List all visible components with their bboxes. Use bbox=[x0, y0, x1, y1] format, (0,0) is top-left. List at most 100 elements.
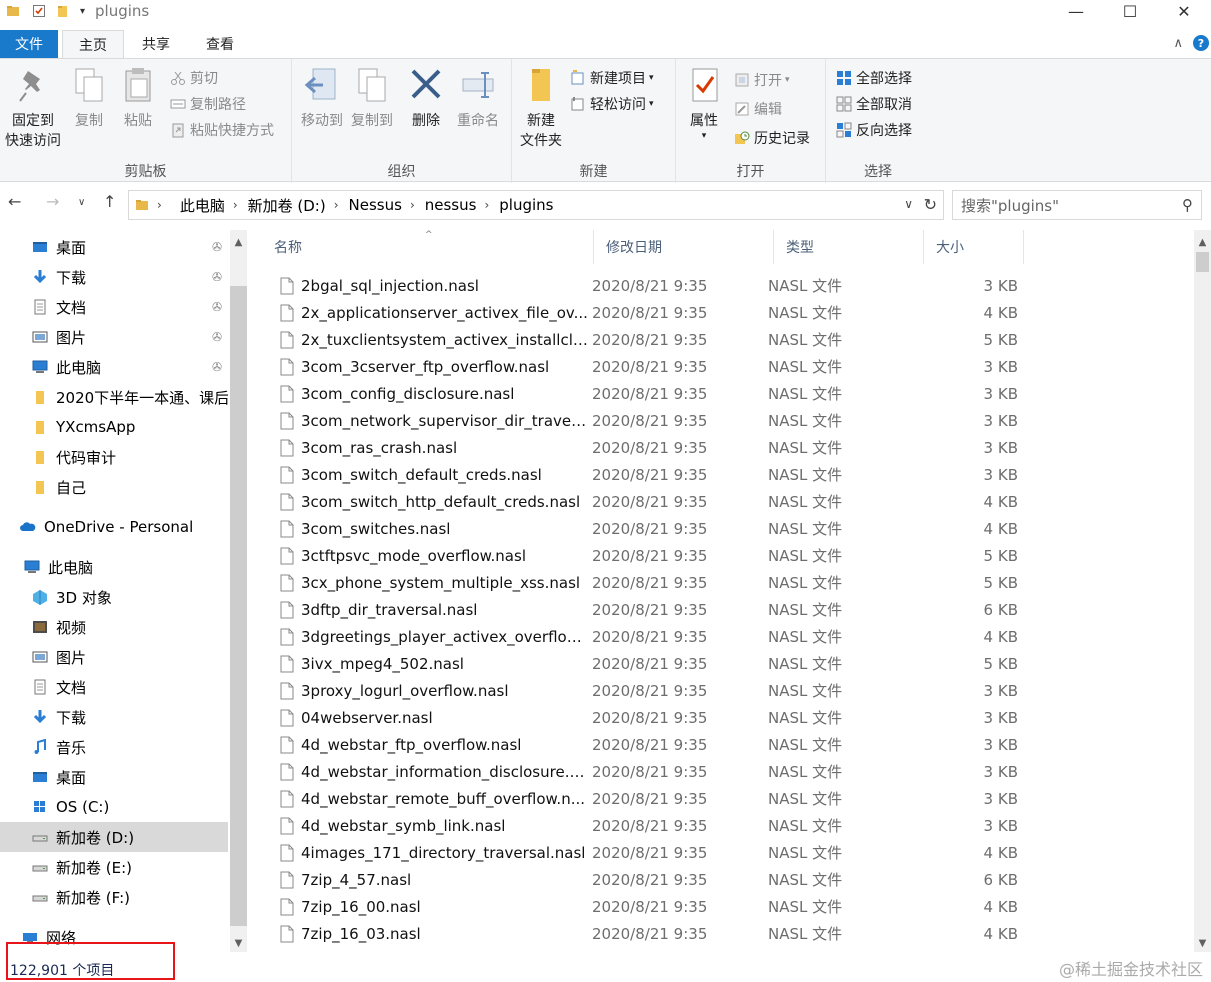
easy-access-button[interactable]: 轻松访问 ▾ bbox=[570, 93, 654, 115]
address-bar[interactable]: › 此电脑 › 新加卷 (D:) › Nessus › nessus › plu… bbox=[128, 190, 944, 220]
crumb-separator-icon[interactable]: › bbox=[233, 198, 248, 212]
file-row[interactable]: 3com_switches.nasl 2020/8/21 9:35 NASL 文件 4… bbox=[262, 515, 1022, 542]
nav-item[interactable]: 图片 bbox=[0, 642, 228, 672]
file-row[interactable]: 3com_config_disclosure.nasl 2020/8/21 9:3… bbox=[262, 380, 1022, 407]
tab-home[interactable]: 主页 bbox=[62, 30, 124, 58]
column-header-size[interactable]: 大小 bbox=[924, 230, 1024, 264]
nav-item[interactable]: 新加卷 (F:) bbox=[0, 882, 228, 912]
nav-item[interactable]: 新加卷 (E:) bbox=[0, 852, 228, 882]
up-arrow-icon[interactable]: ↑ bbox=[103, 192, 116, 211]
nav-item[interactable]: 此电脑 bbox=[0, 552, 228, 582]
crumb-separator-icon[interactable]: › bbox=[157, 198, 172, 212]
cut-button[interactable]: 剪切 bbox=[170, 67, 218, 89]
pin-quick-access-button[interactable]: 固定到 快速访问 bbox=[2, 65, 64, 151]
help-icon[interactable]: ? bbox=[1193, 35, 1209, 51]
file-row[interactable]: 3com_ras_crash.nasl 2020/8/21 9:35 NASL 文件… bbox=[262, 434, 1022, 461]
nav-item[interactable]: 文档 ✇ bbox=[0, 292, 228, 322]
paste-shortcut-button[interactable]: 粘贴快捷方式 bbox=[170, 119, 274, 141]
file-row[interactable]: 2x_applicationserver_activex_file_ov... 2… bbox=[262, 299, 1022, 326]
nav-item[interactable]: 下载 bbox=[0, 702, 228, 732]
file-row[interactable]: 3ivx_mpeg4_502.nasl 2020/8/21 9:35 NASL 文件… bbox=[262, 650, 1022, 677]
file-row[interactable]: 4images_171_directory_traversal.nasl 2020… bbox=[262, 839, 1022, 866]
nav-item[interactable]: OS (C:) bbox=[0, 792, 228, 822]
file-row[interactable]: 3ctftpsvc_mode_overflow.nasl 2020/8/21 9:… bbox=[262, 542, 1022, 569]
copy-path-button[interactable]: 复制路径 bbox=[170, 93, 246, 115]
select-none-button[interactable]: 全部取消 bbox=[836, 93, 912, 115]
nav-item[interactable]: 新加卷 (D:) bbox=[0, 822, 228, 852]
file-row[interactable]: 2bgal_sql_injection.nasl 2020/8/21 9:35 NA… bbox=[262, 272, 1022, 299]
crumb-plugins[interactable]: plugins bbox=[499, 196, 553, 214]
crumb-nessus[interactable]: Nessus bbox=[349, 196, 402, 214]
nav-item[interactable]: 桌面 bbox=[0, 762, 228, 792]
file-row[interactable]: 3dftp_dir_traversal.nasl 2020/8/21 9:35 NA… bbox=[262, 596, 1022, 623]
nav-item[interactable]: YXcmsApp bbox=[0, 412, 228, 442]
scroll-down-icon[interactable]: ▼ bbox=[230, 935, 247, 952]
crumb-this-pc[interactable]: 此电脑 bbox=[180, 195, 225, 216]
file-row[interactable]: 3com_switch_default_creds.nasl 2020/8/21 … bbox=[262, 461, 1022, 488]
nav-item[interactable]: 自己 bbox=[0, 472, 228, 502]
scroll-up-icon[interactable]: ▲ bbox=[230, 234, 247, 251]
rename-button[interactable]: 重命名 bbox=[452, 65, 504, 131]
file-row[interactable]: 7zip_4_57.nasl 2020/8/21 9:35 NASL 文件 6 KB bbox=[262, 866, 1022, 893]
scroll-down-icon[interactable]: ▼ bbox=[1194, 935, 1211, 952]
nav-item[interactable]: 此电脑 ✇ bbox=[0, 352, 228, 382]
back-arrow-icon[interactable]: ← bbox=[8, 192, 21, 211]
scroll-up-icon[interactable]: ▲ bbox=[1194, 234, 1211, 251]
refresh-icon[interactable]: ↻ bbox=[924, 195, 937, 214]
file-row[interactable]: 7zip_16_00.nasl 2020/8/21 9:35 NASL 文件 4 KB bbox=[262, 893, 1022, 920]
forward-arrow-icon[interactable]: → bbox=[46, 192, 59, 211]
file-list-scrollbar[interactable]: ▲ ▼ bbox=[1194, 230, 1211, 952]
copy-button[interactable]: 复制 bbox=[68, 65, 110, 131]
nav-item[interactable]: 2020下半年一本通、课后 bbox=[0, 382, 228, 412]
history-button[interactable]: 历史记录 bbox=[734, 127, 810, 149]
crumb-separator-icon[interactable]: › bbox=[484, 198, 499, 212]
file-row[interactable]: 7zip_16_03.nasl 2020/8/21 9:35 NASL 文件 4 KB bbox=[262, 920, 1022, 947]
file-row[interactable]: 4d_webstar_remote_buff_overflow.n... 2020… bbox=[262, 785, 1022, 812]
file-row[interactable]: 3com_3cserver_ftp_overflow.nasl 2020/8/21… bbox=[262, 353, 1022, 380]
file-row[interactable]: 4d_webstar_information_disclosure.n... 20… bbox=[262, 758, 1022, 785]
new-item-button[interactable]: 新建项目 ▾ bbox=[570, 67, 654, 89]
file-row[interactable]: 3com_network_supervisor_dir_traver... 202… bbox=[262, 407, 1022, 434]
properties-check-icon[interactable] bbox=[32, 4, 46, 18]
nav-item[interactable]: OneDrive - Personal bbox=[0, 512, 228, 542]
file-row[interactable]: 3dgreetings_player_activex_overflow... 20… bbox=[262, 623, 1022, 650]
properties-button[interactable]: 属性 ▾ bbox=[682, 65, 726, 141]
new-folder-icon[interactable] bbox=[56, 4, 70, 18]
crumb-drive-d[interactable]: 新加卷 (D:) bbox=[248, 195, 326, 216]
quick-access-dropdown[interactable]: ▾ bbox=[80, 6, 85, 17]
collapse-ribbon-icon[interactable]: ∧ bbox=[1173, 36, 1183, 51]
crumb-nessus-sub[interactable]: nessus bbox=[425, 196, 477, 214]
file-row[interactable]: 3com_switch_http_default_creds.nasl 2020/… bbox=[262, 488, 1022, 515]
file-row[interactable]: 4d_webstar_symb_link.nasl 2020/8/21 9:35 N… bbox=[262, 812, 1022, 839]
file-scroll-thumb[interactable] bbox=[1196, 252, 1209, 272]
invert-selection-button[interactable]: 反向选择 bbox=[836, 119, 912, 141]
copy-to-button[interactable]: 复制到 bbox=[348, 65, 396, 131]
open-button[interactable]: 打开 ▾ bbox=[734, 69, 790, 91]
close-button[interactable]: ✕ bbox=[1157, 0, 1211, 22]
nav-item[interactable]: 文档 bbox=[0, 672, 228, 702]
nav-item[interactable]: 下载 ✇ bbox=[0, 262, 228, 292]
nav-item[interactable]: 桌面 ✇ bbox=[0, 232, 228, 262]
search-input[interactable]: 搜索"plugins" bbox=[961, 195, 1059, 216]
crumb-separator-icon[interactable]: › bbox=[334, 198, 349, 212]
tab-file[interactable]: 文件 bbox=[0, 30, 58, 58]
file-row[interactable]: 3cx_phone_system_multiple_xss.nasl 2020/8… bbox=[262, 569, 1022, 596]
nav-item[interactable]: 音乐 bbox=[0, 732, 228, 762]
tab-share[interactable]: 共享 bbox=[124, 30, 188, 58]
edit-button[interactable]: 编辑 bbox=[734, 98, 782, 120]
nav-item[interactable]: 代码审计 bbox=[0, 442, 228, 472]
nav-item[interactable]: 3D 对象 bbox=[0, 582, 228, 612]
file-row[interactable]: 4d_webstar_ftp_overflow.nasl 2020/8/21 9:… bbox=[262, 731, 1022, 758]
file-row[interactable]: 2x_tuxclientsystem_activex_installclie..… bbox=[262, 326, 1022, 353]
search-box[interactable]: 搜索"plugins" ⚲ bbox=[952, 190, 1202, 220]
column-header-modified[interactable]: 修改日期 bbox=[594, 230, 774, 264]
new-folder-button[interactable]: 新建 文件夹 bbox=[516, 65, 566, 151]
nav-item[interactable]: 视频 bbox=[0, 612, 228, 642]
nav-scroll-thumb[interactable] bbox=[230, 286, 247, 926]
column-header-type[interactable]: 类型 bbox=[774, 230, 924, 264]
nav-pane-scrollbar[interactable]: ▲ ▼ bbox=[230, 230, 247, 952]
nav-item[interactable]: 图片 ✇ bbox=[0, 322, 228, 352]
recent-locations-chevron-icon[interactable]: ∨ bbox=[78, 197, 85, 208]
tab-view[interactable]: 查看 bbox=[188, 30, 252, 58]
select-all-button[interactable]: 全部选择 bbox=[836, 67, 912, 89]
